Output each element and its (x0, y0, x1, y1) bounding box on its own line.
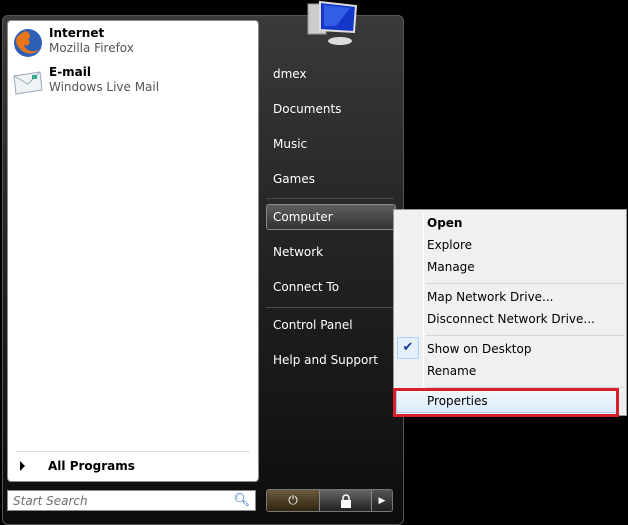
pinned-email[interactable]: E-mail Windows Live Mail (12, 64, 256, 100)
lock-button[interactable] (319, 490, 371, 511)
menu-separator (426, 335, 624, 336)
right-item-help[interactable]: Help and Support (273, 353, 378, 367)
menu-item-map-network-drive[interactable]: Map Network Drive... (427, 290, 554, 304)
programs-pane: Internet Mozilla Firefox E-mail Windows … (7, 20, 259, 482)
arrow-right-icon: ▶ (378, 495, 386, 506)
right-item-control-panel[interactable]: Control Panel (273, 318, 353, 332)
menu-separator (426, 283, 624, 284)
power-buttons: ⏻ ▶ (266, 489, 393, 512)
menu-item-explore[interactable]: Explore (427, 238, 472, 252)
firefox-icon (14, 29, 42, 57)
user-link[interactable]: dmex (273, 67, 307, 81)
shutdown-options-button[interactable]: ▶ (371, 490, 392, 511)
lock-icon (340, 493, 351, 508)
right-item-documents[interactable]: Documents (273, 102, 341, 116)
search-input[interactable]: Start Search 🔍︎ (7, 490, 256, 511)
search-placeholder: Start Search (13, 494, 88, 508)
pinned-subtitle: Windows Live Mail (49, 80, 160, 94)
menu-item-show-on-desktop[interactable]: Show on Desktop (427, 342, 531, 356)
context-menu: ✔ Open Explore Manage Map Network Drive.… (393, 209, 627, 416)
divider (266, 198, 394, 199)
menu-item-disconnect-network-drive[interactable]: Disconnect Network Drive... (427, 312, 595, 326)
mail-icon (13, 71, 43, 95)
computer-icon (307, 0, 358, 45)
right-item-music[interactable]: Music (273, 137, 307, 151)
arrow-right-icon (20, 461, 25, 471)
menu-item-open[interactable]: Open (427, 216, 462, 230)
menu-item-rename[interactable]: Rename (427, 364, 476, 378)
right-item-network[interactable]: Network (273, 245, 323, 259)
pinned-internet[interactable]: Internet Mozilla Firefox (12, 25, 256, 61)
divider (266, 307, 394, 308)
menu-gutter (423, 212, 424, 413)
annotation-highlight-box (393, 388, 619, 417)
power-icon: ⏻ (288, 493, 298, 507)
all-programs-button[interactable]: All Programs (16, 451, 250, 481)
all-programs-label: All Programs (48, 459, 135, 473)
checkmark-icon: ✔ (397, 337, 419, 359)
pinned-title: E-mail (49, 65, 92, 79)
search-icon[interactable]: 🔍︎ (233, 493, 250, 508)
pinned-subtitle: Mozilla Firefox (49, 41, 134, 55)
power-button[interactable]: ⏻ (267, 490, 319, 511)
right-item-connect-to[interactable]: Connect To (273, 280, 339, 294)
right-item-games[interactable]: Games (273, 172, 315, 186)
pinned-title: Internet (49, 26, 105, 40)
right-item-computer[interactable]: Computer (273, 210, 333, 224)
menu-item-manage[interactable]: Manage (427, 260, 475, 274)
